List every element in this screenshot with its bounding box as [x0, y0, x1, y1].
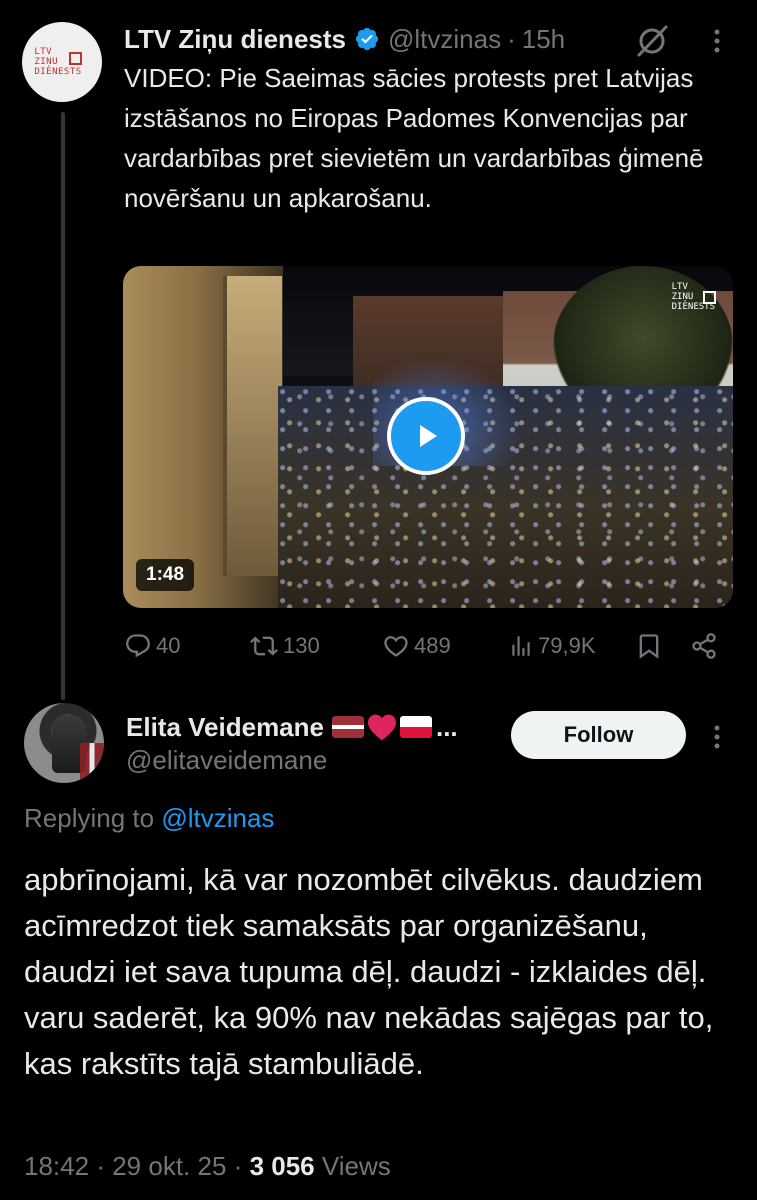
- ltv-avatar[interactable]: LTV ZIŅU DIENESTS: [22, 22, 102, 102]
- views-icon: [512, 636, 530, 656]
- repost-icon: [250, 636, 278, 656]
- bookmark-action[interactable]: [635, 626, 663, 666]
- red-heart-icon: [367, 714, 396, 741]
- reply-author-name-row: Elita Veidemane ...: [126, 710, 458, 744]
- reply-icon: [126, 634, 150, 658]
- parent-tweet-header: LTV Ziņu dienests @ltvzinas · 15h: [124, 22, 565, 56]
- reply-meta-row: 18:42 · 29 okt. 25 · 3 056 Views: [24, 1151, 391, 1182]
- name-emoji-group: [331, 713, 434, 741]
- video-card[interactable]: LTV ZIŅU DIENESTS 1:48: [123, 266, 733, 608]
- reply-time[interactable]: 18:42: [24, 1151, 89, 1181]
- replying-to-label: Replying to: [24, 803, 155, 833]
- latvia-flag-icon: [331, 716, 364, 738]
- share-action[interactable]: [690, 626, 718, 666]
- verified-icon: [354, 26, 380, 52]
- name-truncation-ellipsis: ...: [435, 711, 458, 742]
- repost-count: 130: [283, 633, 320, 658]
- reply-views-count: 3 056: [249, 1151, 315, 1181]
- separator-dot: ·: [507, 23, 516, 54]
- parent-tweet-text: VIDEO: Pie Saeimas sācies protests pret …: [124, 63, 704, 213]
- tweet-action-bar: 40 130 489 79,9K: [124, 626, 724, 666]
- poland-flag-icon: [399, 716, 432, 738]
- follow-button[interactable]: Follow: [511, 711, 686, 759]
- reply-date[interactable]: 29 okt. 25: [112, 1151, 226, 1181]
- reply-author-handle[interactable]: @elitaveidemane: [126, 745, 327, 776]
- more-icon[interactable]: [708, 26, 726, 61]
- more-icon[interactable]: [708, 722, 726, 757]
- video-frame-window: [223, 276, 282, 576]
- play-icon: [420, 425, 437, 447]
- replying-to-row: Replying to @ltvzinas: [24, 803, 274, 834]
- repost-action[interactable]: 130: [249, 626, 320, 666]
- thread-connector-line: [61, 112, 65, 700]
- replying-to-handle-link[interactable]: @ltvzinas: [161, 803, 274, 833]
- tweet-time[interactable]: 15h: [522, 24, 565, 55]
- play-button[interactable]: [387, 397, 465, 475]
- reply-tweet-text: apbrīnojami, kā var nozombēt cilvēkus. d…: [24, 862, 714, 1081]
- parent-tweet[interactable]: LTV ZIŅU DIENESTS LTV Ziņu dienests @ltv…: [0, 0, 757, 700]
- views-action[interactable]: 79,9K: [508, 626, 596, 666]
- like-action[interactable]: 489: [382, 626, 451, 666]
- video-duration: 1:48: [136, 559, 195, 591]
- video-watermark: LTV ZIŅU DIENESTS: [671, 282, 716, 312]
- meta-separator: ·: [96, 1151, 105, 1181]
- reply-author-display-name[interactable]: Elita Veidemane: [126, 712, 324, 743]
- meta-separator: ·: [233, 1151, 243, 1181]
- reply-views-label: Views: [321, 1151, 391, 1181]
- views-count: 79,9K: [538, 633, 596, 658]
- bookmark-icon: [639, 634, 659, 659]
- author-display-name[interactable]: LTV Ziņu dienests: [124, 24, 346, 55]
- like-icon: [384, 636, 408, 657]
- author-handle[interactable]: @ltvzinas: [388, 24, 501, 55]
- reply-count: 40: [156, 633, 181, 658]
- ltv-logo-square: [69, 52, 82, 65]
- avatar-flag-detail: [80, 743, 104, 783]
- reply-action[interactable]: 40: [124, 626, 180, 666]
- video-watermark-square: [702, 291, 716, 304]
- share-icon: [692, 633, 716, 659]
- elita-avatar[interactable]: [24, 703, 104, 783]
- like-count: 489: [414, 633, 451, 658]
